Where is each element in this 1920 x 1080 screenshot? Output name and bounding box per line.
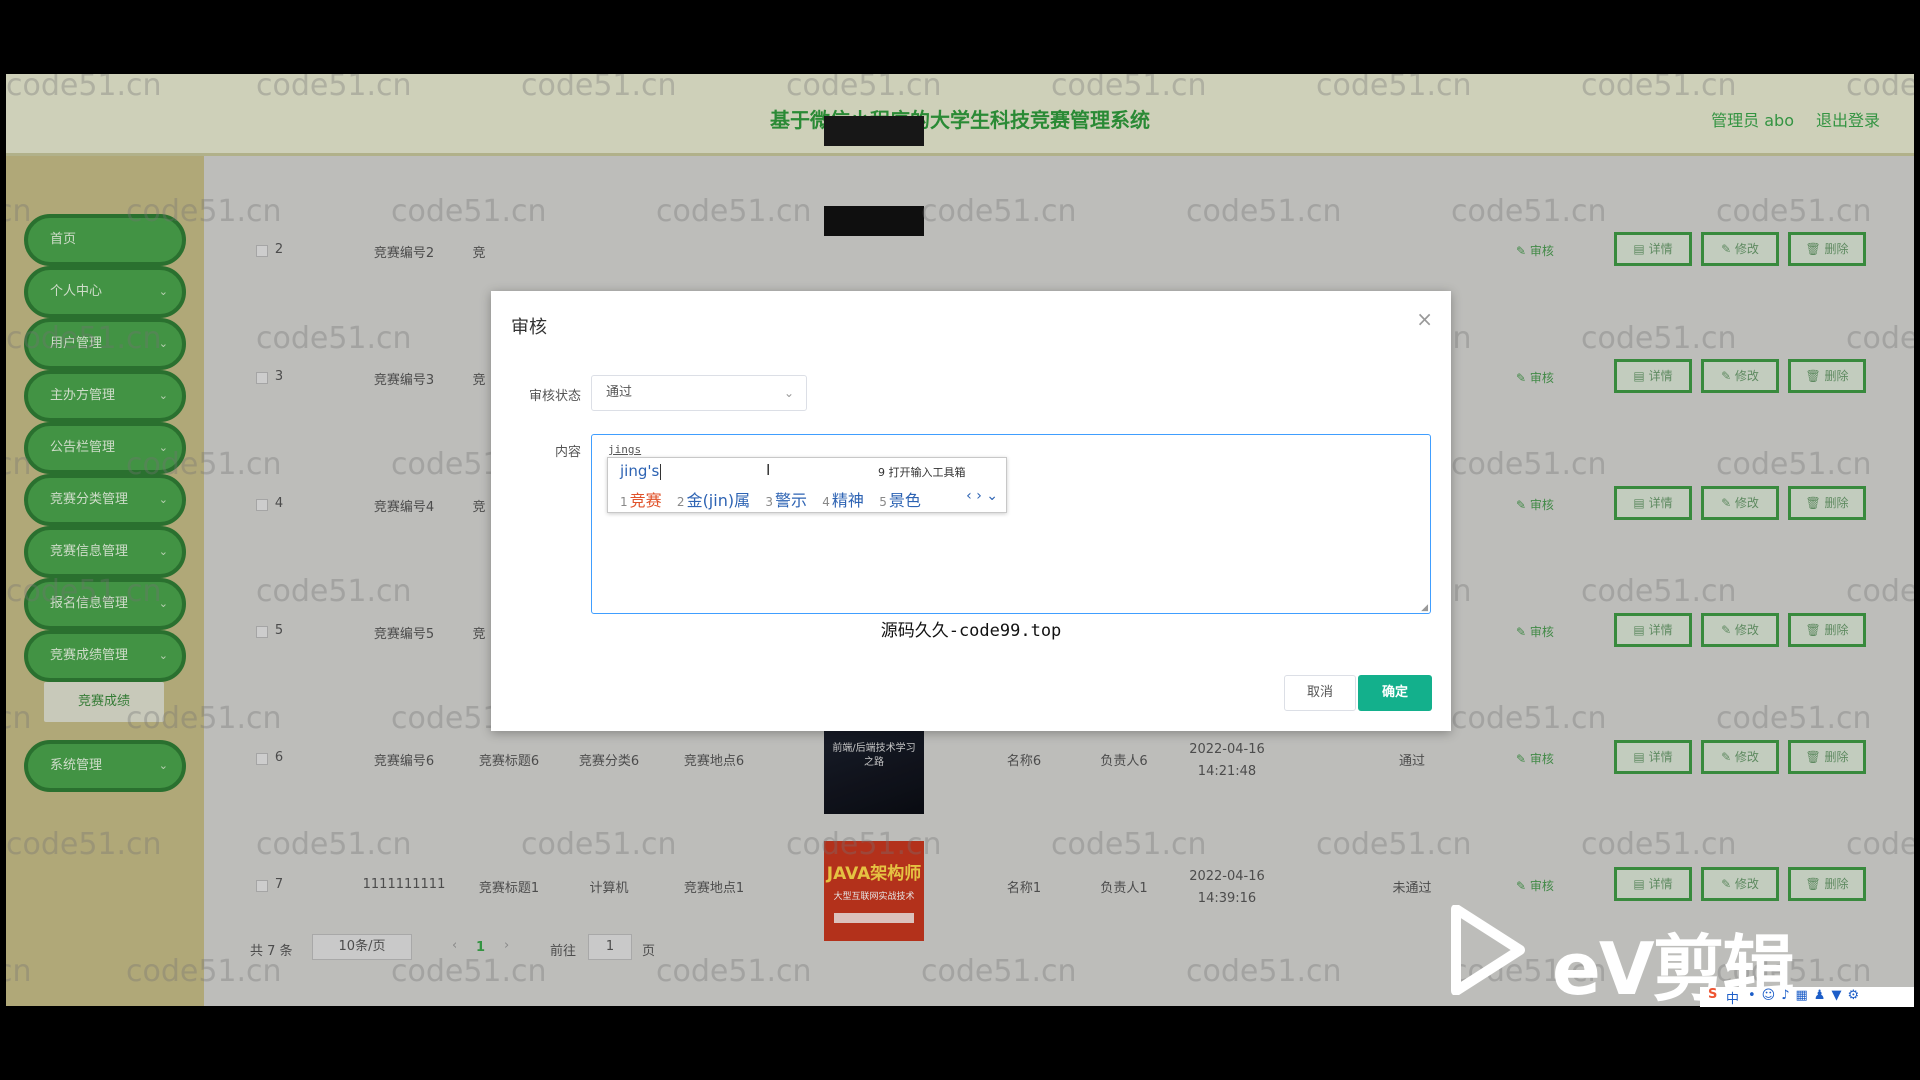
text-cursor xyxy=(660,464,661,480)
ime-candidates: 1 竞赛 2 金(jin)属 3 警示 4 精神 5 景色 xyxy=(620,487,921,511)
confirm-button[interactable]: 确定 xyxy=(1358,675,1432,711)
ime-candidate[interactable]: 1 竞赛 xyxy=(620,491,662,510)
ime-candidate[interactable]: 2 金(jin)属 xyxy=(677,491,750,510)
ime-composition: jing's xyxy=(620,462,660,480)
ime-page-nav-icon[interactable]: ‹ › ⌄ xyxy=(966,488,998,504)
chevron-down-icon: ⌄ xyxy=(783,386,794,400)
content-label: 内容 xyxy=(554,445,581,460)
screen: 基于微信小程序的大学生科技竞赛管理系统 管理员 abo 退出登录 首页 个人中心… xyxy=(0,0,1920,1080)
ime-candidate-window: jing's 9 打开输入工具箱 1 竞赛 2 金(jin)属 3 警示 4 精神 5景… xyxy=(607,457,1007,513)
ime-candidate[interactable]: 4 精神 xyxy=(822,491,864,510)
system-tray: S 中 •☺♪▦♟▼⚙ xyxy=(1700,987,1914,1007)
overlay-caption: 源码久久-code99.top xyxy=(880,621,1062,641)
resize-handle-icon[interactable]: ◢ xyxy=(1421,603,1428,613)
ime-language-indicator[interactable]: 中 xyxy=(1726,988,1739,1007)
sogou-ime-icon[interactable]: S xyxy=(1708,987,1717,1002)
text-cursor-icon: I xyxy=(766,461,771,479)
audit-status-select[interactable]: 通过 ⌄ xyxy=(591,375,807,411)
ime-candidate[interactable]: 5 景色 xyxy=(879,491,921,510)
audit-status-label: 审核状态 xyxy=(528,389,581,404)
audit-dialog: 审核 × 审核状态 通过 ⌄ 内容 jings ◢ jing's 9 打开输入工… xyxy=(491,291,1451,731)
close-icon[interactable]: × xyxy=(1416,307,1433,331)
app-window: 基于微信小程序的大学生科技竞赛管理系统 管理员 abo 退出登录 首页 个人中心… xyxy=(6,74,1914,1006)
cancel-button[interactable]: 取消 xyxy=(1284,675,1356,711)
ime-candidate[interactable]: 3 警示 xyxy=(765,491,807,510)
dialog-title: 审核 xyxy=(511,317,547,338)
tray-icons[interactable]: •☺♪▦♟▼⚙ xyxy=(1748,988,1865,1003)
ime-toolbox-hint[interactable]: 9 打开输入工具箱 xyxy=(878,464,966,480)
typed-text: jings xyxy=(608,443,642,456)
audit-status-value: 通过 xyxy=(606,385,633,400)
